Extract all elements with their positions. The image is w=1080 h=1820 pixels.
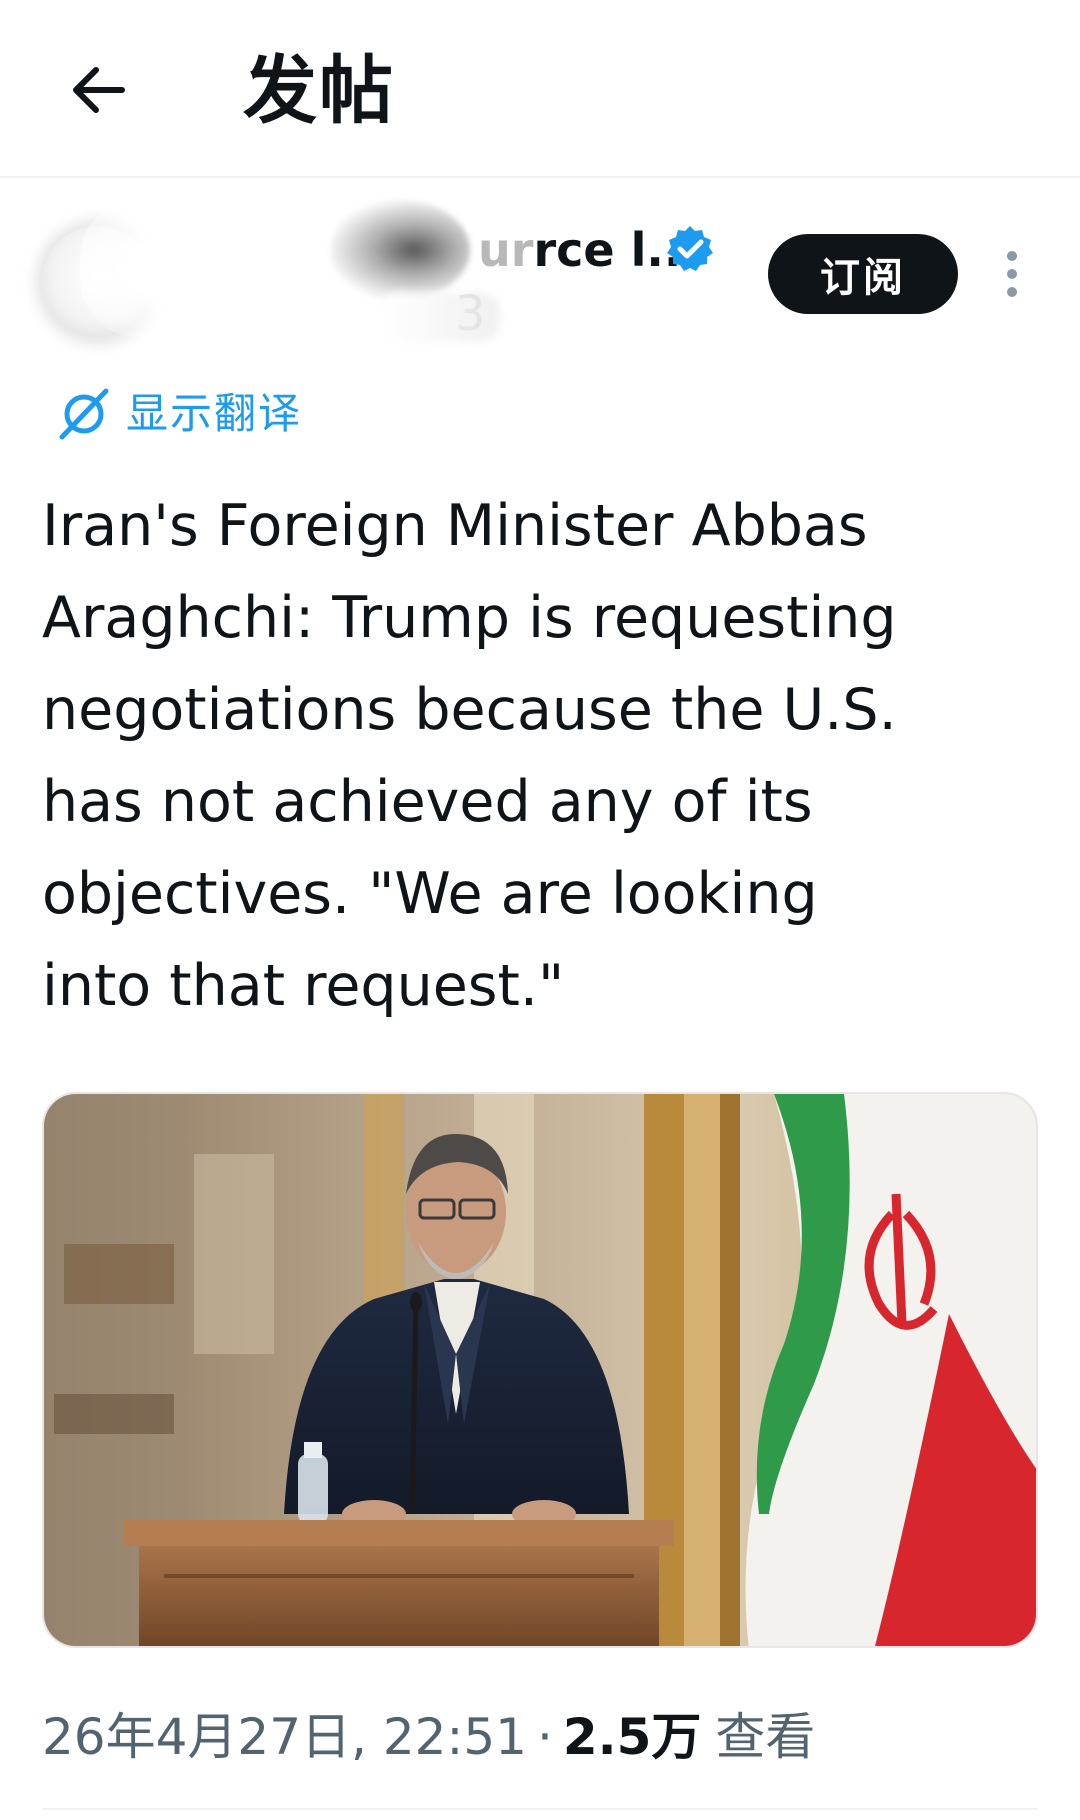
tweet-meta: 26年4月27日, 22:51 · 2.5万 查看 [42, 1700, 815, 1774]
back-button[interactable] [58, 50, 138, 130]
arrow-left-icon [73, 67, 125, 113]
display-name-faded: ur [478, 223, 534, 277]
tweet-line: into that request." [42, 953, 565, 1019]
views-label: 查看 [715, 1708, 816, 1766]
tweet-line: has not achieved any of its [42, 769, 813, 835]
redaction-smudge [330, 200, 470, 300]
page-title: 发帖 [243, 48, 395, 134]
verified-badge-icon [667, 226, 713, 271]
meta-separator: · [536, 1708, 553, 1766]
views-count[interactable]: 2.5万 [563, 1700, 702, 1774]
translate-icon [59, 388, 109, 440]
show-translation-link[interactable]: 显示翻译 [54, 384, 302, 444]
tweet-photo[interactable] [42, 1092, 1038, 1648]
tweet-line: Araghchi: Trump is requesting [42, 585, 897, 651]
more-options-button[interactable] [992, 244, 1032, 304]
tweet-line: Iran's Foreign Minister Abbas [42, 493, 868, 559]
redaction-blur-handle [380, 292, 500, 342]
divider [42, 1808, 1038, 1810]
tweet-text: Iran's Foreign Minister Abbas Araghchi: … [42, 480, 1052, 1032]
photo-speaker-at-podium-with-flag [44, 1094, 1036, 1646]
timestamp[interactable]: 26年4月27日, 22:51 [42, 1700, 527, 1774]
more-vertical-icon [1007, 251, 1017, 297]
show-translation-label: 显示翻译 [126, 389, 303, 438]
subscribe-button[interactable]: 订阅 [768, 234, 958, 314]
tweet-line: objectives. "We are looking [42, 861, 818, 927]
tweet-line: negotiations because the U.S. [42, 677, 897, 743]
header: 发帖 [0, 0, 1080, 178]
